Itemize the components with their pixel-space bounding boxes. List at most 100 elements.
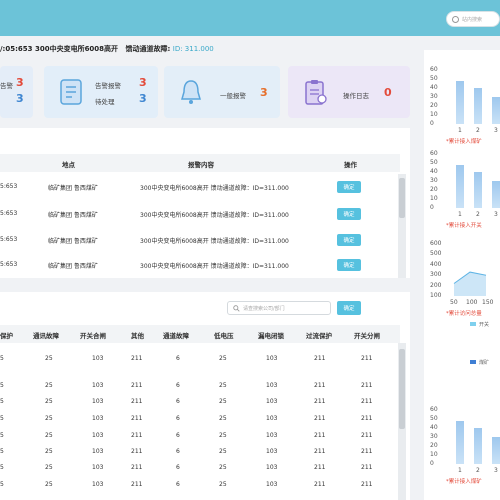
y-tick-label: 50	[430, 75, 438, 82]
stats-cell: 25	[219, 464, 227, 471]
alarm-row-time: 5:653	[0, 261, 18, 268]
stats-cell: 103	[266, 481, 278, 488]
stats-cell: 25	[219, 398, 227, 405]
card-general-label: 一般报警	[220, 92, 246, 100]
alarm-row-time: 5:653	[0, 210, 18, 217]
stats-cell: 211	[314, 382, 326, 389]
card-general-value: 3	[260, 86, 268, 99]
card-alarm[interactable]: 告警 3 3	[0, 66, 33, 118]
stats-cell: 25	[45, 464, 53, 471]
bar	[492, 181, 500, 208]
stats-cell: 211	[131, 448, 143, 455]
report-document-icon	[60, 79, 82, 105]
stats-col-leak-lock: 漏电闭锁	[258, 332, 284, 340]
stats-cell: 5	[0, 355, 4, 362]
stats-cell: 103	[266, 448, 278, 455]
card-operation-log[interactable]: 操作日志 0	[288, 66, 410, 118]
bar	[456, 80, 464, 124]
alarm-col-action: 操作	[344, 161, 357, 169]
alarm-table-header: 地点 报警内容 操作	[0, 154, 400, 172]
stats-cell: 103	[92, 432, 104, 439]
stats-cell: 6	[176, 481, 180, 488]
confirm-button[interactable]: 确定	[337, 234, 361, 246]
y-tick-label: 0	[430, 204, 434, 211]
stats-cell: 211	[131, 415, 143, 422]
stats-cell: 211	[361, 448, 373, 455]
chart-1: 60 50 40 30 20 10 0 1 2 3 *累计接入煤矿	[424, 58, 500, 145]
bar	[492, 97, 500, 124]
confirm-button[interactable]: 确定	[337, 181, 361, 193]
site-search-box[interactable]: 站内搜索	[446, 11, 500, 27]
alarm-row-content: 300中央变电所6008高开 馈动通道故障：ID=311.000	[140, 238, 289, 245]
x-tick-label: 1	[458, 127, 462, 134]
stats-col-comm-fault: 通讯故障	[33, 332, 59, 340]
stats-col-other: 其他	[131, 332, 144, 340]
stats-col-overcurrent: 过流保护	[306, 332, 332, 340]
y-tick-label: 20	[430, 186, 438, 193]
stats-cell: 6	[176, 432, 180, 439]
alarm-row-place: 临矿集团 鲁西煤矿	[48, 185, 98, 192]
stats-cell: 103	[266, 355, 278, 362]
alarm-scroll-thumb[interactable]	[399, 178, 405, 218]
clipboard-icon	[305, 80, 327, 105]
card-oplog-label: 操作日志	[343, 92, 369, 100]
stats-cell: 25	[219, 448, 227, 455]
top-header-bar	[0, 0, 500, 36]
stats-col-channel-fault: 通道故障	[163, 332, 189, 340]
stats-cell: 211	[131, 481, 143, 488]
stats-cell: 25	[219, 415, 227, 422]
stats-cell: 211	[314, 355, 326, 362]
stats-cell: 25	[45, 432, 53, 439]
stats-col-switch-close: 开关合闸	[80, 332, 106, 340]
y-tick-label: 50	[430, 415, 438, 422]
y-tick-label: 0	[430, 120, 434, 127]
alarm-table-scrollbar[interactable]	[398, 174, 406, 278]
stats-cell: 103	[266, 432, 278, 439]
ticker-station: 300中央变电所6008高开	[34, 45, 119, 53]
confirm-button[interactable]: 确定	[337, 208, 361, 220]
card-alarm-report[interactable]: 告警报警 3 待处理 3	[44, 66, 158, 118]
stats-table-scrollbar[interactable]	[398, 343, 406, 500]
card-general-alarm[interactable]: 一般报警 3	[164, 66, 280, 118]
y-tick-label: 60	[430, 406, 438, 413]
search-icon	[233, 304, 240, 312]
y-tick-label: 30	[430, 177, 438, 184]
stats-cell: 5	[0, 464, 4, 471]
legend-label: 开关	[479, 322, 490, 328]
stats-col-low-voltage: 低电压	[214, 332, 234, 340]
stats-cell: 103	[266, 398, 278, 405]
y-tick-label: 20	[430, 442, 438, 449]
stats-cell: 103	[266, 382, 278, 389]
stats-cell: 25	[219, 481, 227, 488]
x-tick-label: 3	[494, 127, 498, 134]
card-alarm-label: 告警	[0, 82, 13, 90]
y-tick-label: 10	[430, 451, 438, 458]
stats-cell: 211	[131, 382, 143, 389]
stats-cell: 211	[361, 382, 373, 389]
y-tick-label: 0	[430, 460, 434, 467]
stats-cell: 25	[45, 481, 53, 488]
stats-cell: 6	[176, 382, 180, 389]
alarm-col-content: 报警内容	[188, 161, 214, 169]
stats-scroll-thumb[interactable]	[399, 349, 405, 429]
stats-cell: 211	[314, 448, 326, 455]
stats-cell: 211	[131, 398, 143, 405]
stats-col-switch-open: 开关分闸	[354, 332, 380, 340]
area-fill	[454, 272, 486, 296]
stats-cell: 103	[92, 448, 104, 455]
y-tick-label: 30	[430, 93, 438, 100]
x-tick-label: 2	[476, 211, 480, 218]
search-confirm-button[interactable]: 确定	[337, 301, 361, 315]
x-tick-label: 2	[476, 127, 480, 134]
stats-table-header: 保护 通讯故障 开关合闸 其他 通道故障 低电压 漏电闭锁 过流保护 开关分闸	[0, 325, 400, 343]
stats-table-panel: 保护 通讯故障 开关合闸 其他 通道故障 低电压 漏电闭锁 过流保护 开关分闸 …	[0, 292, 410, 500]
stats-cell: 103	[92, 464, 104, 471]
stats-cell: 6	[176, 355, 180, 362]
stats-cell: 211	[314, 481, 326, 488]
stats-cell: 211	[314, 432, 326, 439]
stats-cell: 5	[0, 382, 4, 389]
chart-3: 600 500 400 300 200 100 50 100 150 开关 煤矿 *累计访问总量	[424, 232, 500, 372]
y-tick-label: 60	[430, 66, 438, 73]
company-search-input[interactable]: 请查搜索公司/部门	[227, 301, 331, 315]
confirm-button[interactable]: 确定	[337, 259, 361, 271]
